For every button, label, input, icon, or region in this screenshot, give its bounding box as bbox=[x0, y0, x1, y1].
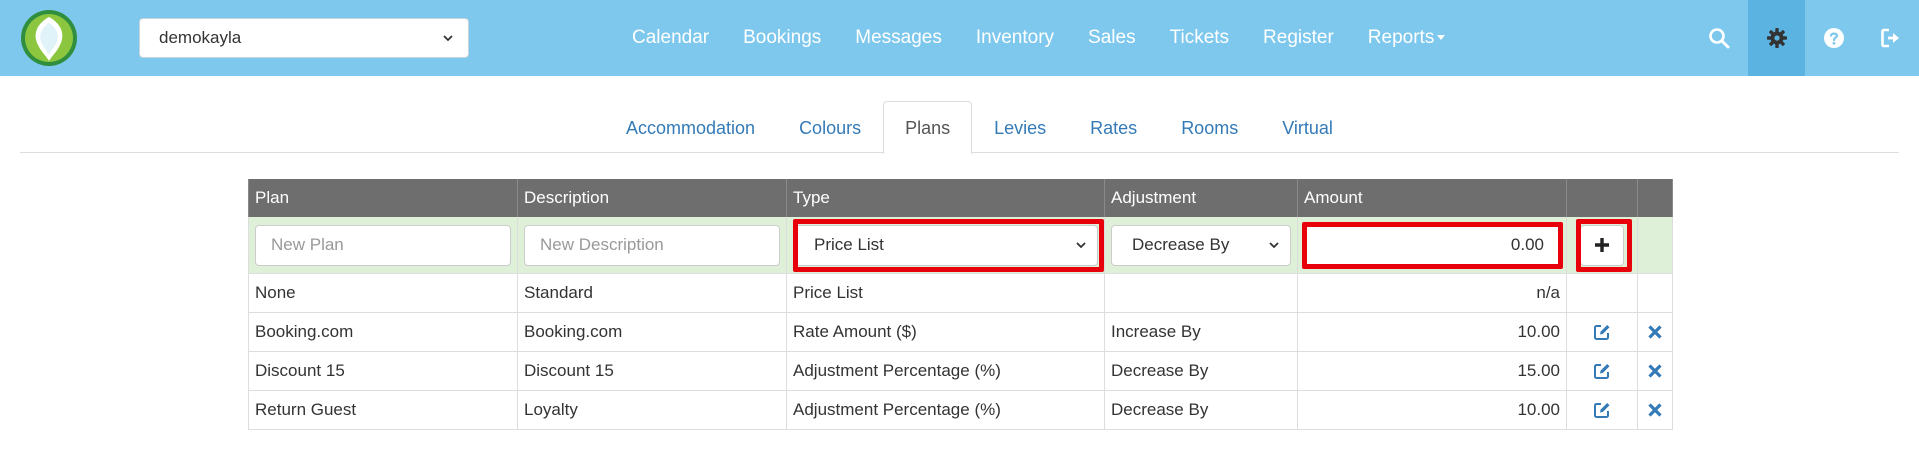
cell-type: Price List bbox=[786, 274, 1104, 312]
cell-description: Standard bbox=[517, 274, 786, 312]
property-select[interactable]: demokayla bbox=[139, 18, 469, 58]
adjustment-select[interactable]: Decrease By bbox=[1111, 224, 1291, 266]
cell-adjustment bbox=[1104, 274, 1297, 312]
type-select[interactable]: Price List bbox=[793, 224, 1098, 266]
edit-icon[interactable] bbox=[1593, 362, 1611, 380]
nav-tickets[interactable]: Tickets bbox=[1153, 0, 1246, 76]
header-type: Type bbox=[786, 179, 1104, 217]
top-navbar: demokayla Calendar Bookings Messages Inv… bbox=[0, 0, 1919, 76]
logout-icon[interactable] bbox=[1862, 0, 1919, 76]
nav-register[interactable]: Register bbox=[1246, 0, 1351, 76]
delete-icon[interactable] bbox=[1646, 362, 1664, 380]
help-icon[interactable] bbox=[1805, 0, 1862, 76]
nav-reports[interactable]: Reports bbox=[1351, 0, 1463, 76]
edit-icon[interactable] bbox=[1593, 401, 1611, 419]
property-select-value: demokayla bbox=[159, 28, 242, 47]
main-nav: Calendar Bookings Messages Inventory Sal… bbox=[615, 0, 1462, 76]
cell-plan: Booking.com bbox=[248, 313, 517, 351]
table-row: Discount 15 Discount 15 Adjustment Perce… bbox=[248, 352, 1673, 391]
header-actions bbox=[1566, 179, 1637, 217]
cell-description: Loyalty bbox=[517, 391, 786, 429]
nav-reports-label: Reports bbox=[1367, 27, 1435, 48]
edit-icon[interactable] bbox=[1593, 323, 1611, 341]
amount-input[interactable]: 0.00 bbox=[1304, 224, 1560, 266]
logo-icon[interactable] bbox=[20, 9, 78, 67]
nav-inventory[interactable]: Inventory bbox=[959, 0, 1071, 76]
plans-table: Plan Description Type Adjustment Amount … bbox=[248, 179, 1673, 430]
new-plan-input[interactable]: New Plan bbox=[255, 224, 511, 266]
cell-plan: None bbox=[248, 274, 517, 312]
tab-accommodation[interactable]: Accommodation bbox=[604, 101, 777, 153]
delete-icon[interactable] bbox=[1646, 323, 1664, 341]
cell-amount: 10.00 bbox=[1297, 313, 1566, 351]
header-description: Description bbox=[517, 179, 786, 217]
table-row: None Standard Price List n/a bbox=[248, 274, 1673, 313]
cell-amount: 10.00 bbox=[1297, 391, 1566, 429]
cell-description: Discount 15 bbox=[517, 352, 786, 390]
nav-sales[interactable]: Sales bbox=[1071, 0, 1153, 76]
nav-bookings[interactable]: Bookings bbox=[726, 0, 838, 76]
header-amount: Amount bbox=[1297, 179, 1566, 217]
tab-levies[interactable]: Levies bbox=[972, 101, 1068, 153]
cell-description: Booking.com bbox=[517, 313, 786, 351]
cell-type: Adjustment Percentage (%) bbox=[786, 391, 1104, 429]
cell-adjustment: Decrease By bbox=[1104, 352, 1297, 390]
plus-icon bbox=[1595, 238, 1609, 252]
chevron-down-icon bbox=[1269, 242, 1279, 249]
cell-adjustment: Increase By bbox=[1104, 313, 1297, 351]
table-row: Booking.com Booking.com Rate Amount ($) … bbox=[248, 313, 1673, 352]
nav-messages[interactable]: Messages bbox=[838, 0, 959, 76]
table-header: Plan Description Type Adjustment Amount bbox=[248, 179, 1673, 217]
tab-rooms[interactable]: Rooms bbox=[1159, 101, 1260, 153]
chevron-down-icon bbox=[443, 35, 453, 42]
search-icon[interactable] bbox=[1690, 0, 1747, 76]
cell-type: Adjustment Percentage (%) bbox=[786, 352, 1104, 390]
add-plan-button[interactable] bbox=[1580, 224, 1624, 266]
adjustment-select-value: Decrease By bbox=[1132, 235, 1230, 254]
table-row: Return Guest Loyalty Adjustment Percenta… bbox=[248, 391, 1673, 430]
tab-colours[interactable]: Colours bbox=[777, 101, 883, 153]
settings-tabs: Accommodation Colours Plans Levies Rates… bbox=[604, 101, 1355, 154]
header-delete bbox=[1637, 179, 1673, 217]
header-plan: Plan bbox=[248, 179, 517, 217]
type-select-value: Price List bbox=[814, 235, 884, 254]
tab-plans[interactable]: Plans bbox=[883, 101, 973, 154]
cell-adjustment: Decrease By bbox=[1104, 391, 1297, 429]
cell-plan: Discount 15 bbox=[248, 352, 517, 390]
tab-rates[interactable]: Rates bbox=[1068, 101, 1159, 153]
cell-plan: Return Guest bbox=[248, 391, 517, 429]
cell-type: Rate Amount ($) bbox=[786, 313, 1104, 351]
header-adjustment: Adjustment bbox=[1104, 179, 1297, 217]
nav-calendar[interactable]: Calendar bbox=[615, 0, 726, 76]
new-description-input[interactable]: New Description bbox=[524, 224, 780, 266]
delete-icon[interactable] bbox=[1646, 401, 1664, 419]
cell-amount: n/a bbox=[1297, 274, 1566, 312]
chevron-down-icon bbox=[1076, 242, 1086, 249]
caret-down-icon bbox=[1437, 35, 1446, 41]
tab-virtual[interactable]: Virtual bbox=[1260, 101, 1355, 153]
cell-amount: 15.00 bbox=[1297, 352, 1566, 390]
gear-icon[interactable] bbox=[1748, 0, 1805, 76]
new-plan-row: New Plan New Description Price List Decr… bbox=[248, 217, 1673, 274]
